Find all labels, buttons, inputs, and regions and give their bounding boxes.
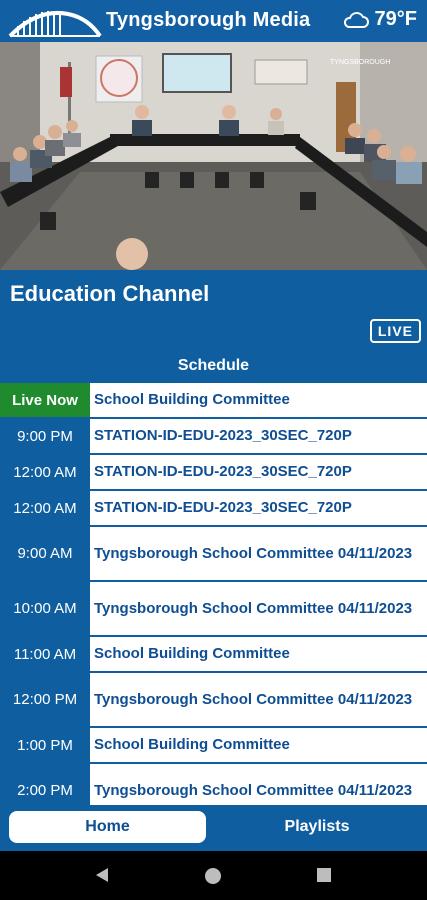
app-header: Tyngsborough Media 79°F xyxy=(0,0,427,42)
program-time: 9:00 AM xyxy=(0,527,90,580)
program-title: School Building Committee xyxy=(90,637,427,671)
program-time: 12:00 AM xyxy=(0,491,90,525)
live-now-label: Live Now xyxy=(0,383,90,417)
program-title: STATION-ID-EDU-2023_30SEC_720P xyxy=(90,455,427,489)
program-title: STATION-ID-EDU-2023_30SEC_720P xyxy=(90,419,427,453)
tab-playlists[interactable]: Playlists xyxy=(217,811,417,843)
schedule-row[interactable]: 12:00 AM STATION-ID-EDU-2023_30SEC_720P xyxy=(0,455,427,491)
tab-home[interactable]: Home xyxy=(9,811,206,843)
schedule-row[interactable]: 1:00 PM School Building Committee xyxy=(0,728,427,764)
video-watermark: TYNGSBOROUGH xyxy=(330,59,390,66)
schedule-row[interactable]: 2:00 PM Tyngsborough School Committee 04… xyxy=(0,764,427,805)
schedule-row[interactable]: Live Now School Building Committee xyxy=(0,383,427,419)
live-badge[interactable]: LIVE xyxy=(369,319,421,343)
meeting-video-frame: TYNGSBOROUGH xyxy=(0,42,427,270)
program-time: 10:00 AM xyxy=(0,582,90,635)
program-time: 1:00 PM xyxy=(0,728,90,762)
program-title: School Building Committee xyxy=(90,383,427,417)
weather-widget: 79°F xyxy=(343,8,417,31)
program-title: STATION-ID-EDU-2023_30SEC_720P xyxy=(90,491,427,525)
schedule-heading: Schedule xyxy=(177,357,250,374)
program-title: Tyngsborough School Committee 04/11/2023 xyxy=(90,764,427,805)
program-time: 12:00 AM xyxy=(0,455,90,489)
schedule-row[interactable]: 9:00 PM STATION-ID-EDU-2023_30SEC_720P xyxy=(0,419,427,455)
recent-apps-icon[interactable] xyxy=(314,865,334,885)
program-time: 12:00 PM xyxy=(0,673,90,726)
tyngsborough-logo-icon xyxy=(8,11,102,38)
program-title: School Building Committee xyxy=(90,728,427,762)
program-title: Tyngsborough School Committee 04/11/2023 xyxy=(90,673,427,726)
bottom-tab-bar: Home Playlists xyxy=(0,805,427,851)
android-nav-bar xyxy=(0,851,427,900)
schedule-row[interactable]: 12:00 AM STATION-ID-EDU-2023_30SEC_720P xyxy=(0,491,427,527)
schedule-row[interactable]: 12:00 PM Tyngsborough School Committee 0… xyxy=(0,673,427,728)
schedule-row[interactable]: 11:00 AM School Building Committee xyxy=(0,637,427,673)
channel-title: Education Channel xyxy=(10,281,210,306)
schedule-list[interactable]: Live Now School Building Committee 9:00 … xyxy=(0,383,427,805)
program-time: 2:00 PM xyxy=(0,764,90,805)
video-player[interactable]: TYNGSBOROUGH xyxy=(0,42,427,270)
program-time: 11:00 AM xyxy=(0,637,90,671)
schedule-row[interactable]: 9:00 AM Tyngsborough School Committee 04… xyxy=(0,527,427,582)
program-title: Tyngsborough School Committee 04/11/2023 xyxy=(90,527,427,580)
back-icon[interactable] xyxy=(92,865,112,885)
brand-title: Tyngsborough Media xyxy=(106,9,311,31)
schedule-row[interactable]: 10:00 AM Tyngsborough School Committee 0… xyxy=(0,582,427,637)
home-icon[interactable] xyxy=(202,865,224,887)
program-time: 9:00 PM xyxy=(0,419,90,453)
cloud-icon xyxy=(343,11,369,28)
program-title: Tyngsborough School Committee 04/11/2023 xyxy=(90,582,427,635)
weather-temperature: 79°F xyxy=(374,8,417,30)
